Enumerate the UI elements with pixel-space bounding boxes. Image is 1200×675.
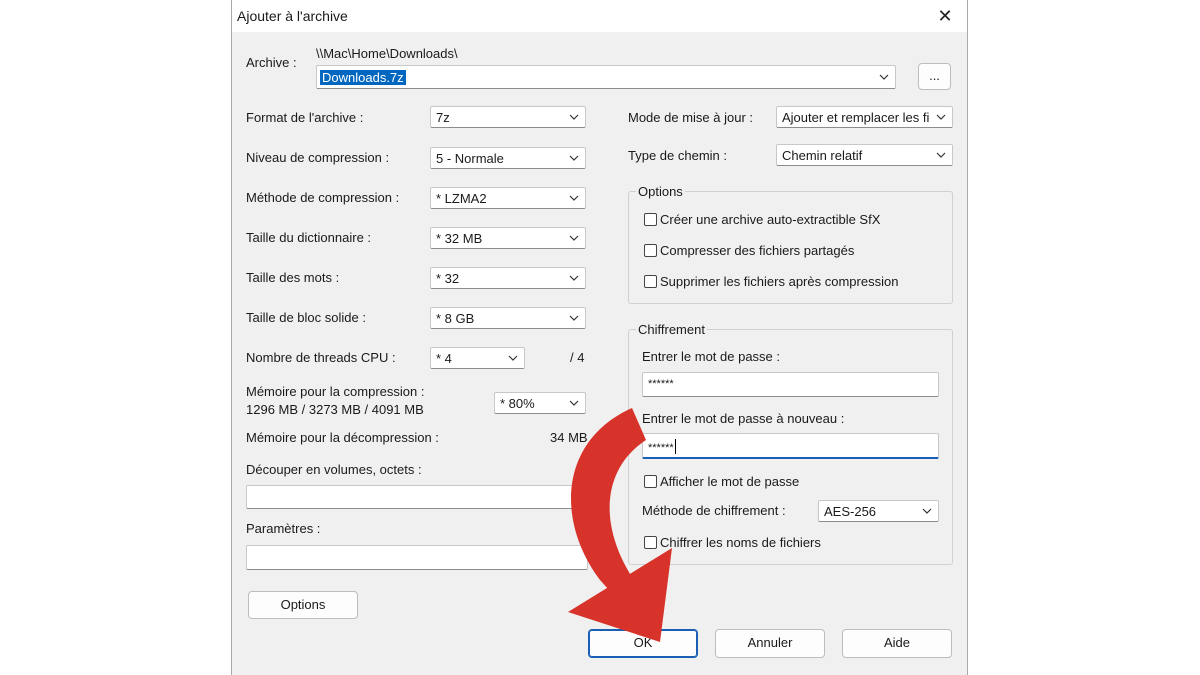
annotation-arrow — [568, 408, 672, 642]
